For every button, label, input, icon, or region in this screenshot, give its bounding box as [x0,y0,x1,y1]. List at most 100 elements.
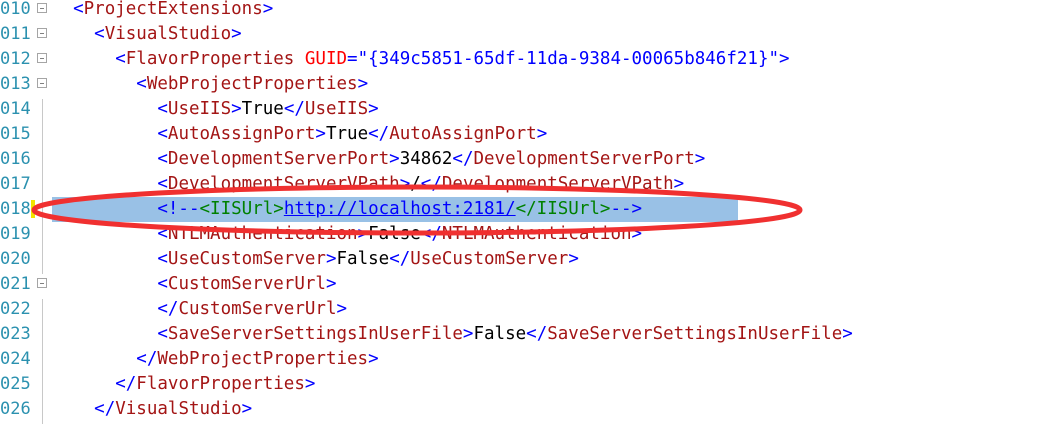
xml-delimiter: </ [420,224,442,244]
xml-code-editor[interactable]: 010 <ProjectExtensions> 011 <VisualStudio… [0,0,1057,425]
outline-guide [37,124,47,149]
xml-delimiter: </ [94,399,116,419]
code-line[interactable]: 018 <!--<IISUrl>http://localhost:2181/</… [0,197,1057,224]
code-line[interactable]: 016 <DevelopmentServerPort>34862</Develo… [0,147,1057,174]
code-line[interactable]: 024 </WebProjectProperties> [0,347,1057,374]
line-number: 024 [0,349,30,369]
code-line[interactable]: 019 <NTLMAuthentication>False</NTLMAuthe… [0,222,1057,249]
code-line[interactable]: 010 <ProjectExtensions> [0,0,1057,22]
collapse-toggle-icon[interactable] [37,274,47,296]
code-line[interactable]: 011 <VisualStudio> [0,22,1057,47]
xml-tag-name: DevelopmentServerPort [167,149,390,169]
xml-tag-name: SaveServerSettingsInUserFile [167,324,463,344]
hyperlink[interactable]: http://localhost:2181/ [284,199,516,219]
code-text: </VisualStudio> [52,397,252,422]
code-text: </CustomServerUrl> [52,297,347,322]
xml-tag-name: DevelopmentServerPort [473,149,695,169]
outline-guide [37,399,47,424]
xml-delimiter: <!-- [157,199,200,219]
xml-delimiter: </ [452,149,474,169]
code-text: <UseCustomServer>False</UseCustomServer> [52,247,579,272]
code-text: <!--<IISUrl>http://localhost:2181/</IISU… [52,197,642,222]
xml-delimiter: > [568,249,579,269]
collapse-toggle-icon[interactable] [37,49,47,71]
code-line[interactable]: 026 </VisualStudio> [0,397,1057,424]
line-number: 019 [0,224,30,244]
line-number: 025 [0,374,30,394]
xml-tag-name: UseIIS [304,99,369,119]
xml-delimiter: =" [347,49,369,69]
xml-delimiter: > [368,349,379,369]
code-line[interactable]: 023 <SaveServerSettingsInUserFile>False<… [0,322,1057,349]
line-change-marker [31,200,35,218]
code-line[interactable]: 012 <FlavorProperties GUID="{349c5851-65… [0,47,1057,72]
line-number: 014 [0,99,30,119]
xml-tag-name: VisualStudio [104,24,232,44]
xml-delimiter: < [115,49,126,69]
outline-guide [37,99,47,124]
code-line[interactable]: 014 <UseIIS>True</UseIIS> [0,97,1057,124]
xml-delimiter: </ [136,349,158,369]
xml-text-value [294,49,305,69]
xml-delimiter: > [231,24,242,44]
code-text: <FlavorProperties GUID="{349c5851-65df-1… [52,47,789,72]
code-line[interactable]: 025 </FlavorProperties> [0,372,1057,399]
xml-tag-name: WebProjectProperties [146,74,358,94]
xml-delimiter: > [368,99,379,119]
xml-tag-name: FlavorProperties [125,49,295,69]
xml-delimiter: > [399,174,411,194]
xml-delimiter: --> [610,199,643,219]
xml-tag-name: AutoAssignPort [167,124,316,144]
xml-delimiter: > [357,224,369,244]
xml-tag-name: DevelopmentServerVPath [167,174,400,194]
code-text: <DevelopmentServerPort>34862</Developmen… [52,147,705,172]
code-line[interactable]: 017 <DevelopmentServerVPath>/</Developme… [0,172,1057,199]
xml-delimiter: > [536,124,548,144]
code-line[interactable]: 015 <AutoAssignPort>True</AutoAssignPort… [0,122,1057,149]
code-line[interactable]: 022 </CustomServerUrl> [0,297,1057,324]
xml-tag-name: DevelopmentServerVPath [441,174,674,194]
collapse-toggle-icon[interactable] [37,74,47,96]
xml-tag-name: CustomServerUrl [167,274,326,294]
xml-text-value: / [410,174,421,194]
xml-tag-name: CustomServerUrl [178,299,337,319]
code-text: <CustomServerUrl> [52,272,336,297]
code-line[interactable]: 021 <CustomServerUrl> [0,272,1057,297]
xml-delimiter: < [157,274,168,294]
xml-delimiter: > [357,74,369,94]
xml-text-value: 34862 [399,149,453,169]
outline-guide [37,349,47,374]
outline-guide [37,224,47,249]
xml-tag-name: SaveServerSettingsInUserFile [547,324,843,344]
xml-delimiter: < [136,74,147,94]
xml-delimiter: > [304,374,316,394]
code-line[interactable]: 013 <WebProjectProperties> [0,72,1057,97]
collapse-toggle-icon[interactable] [37,24,47,46]
line-number: 016 [0,149,30,169]
xml-delimiter: < [157,99,168,119]
line-number: 010 [0,0,30,19]
code-text: <SaveServerSettingsInUserFile>False</Sav… [52,322,852,347]
xml-tag-name: FlavorProperties [136,374,305,394]
code-text: <UseIIS>True</UseIIS> [52,97,379,122]
xml-delimiter: > [241,399,253,419]
xml-text-value: False [368,224,421,244]
xml-tag-name: VisualStudio [115,399,242,419]
xml-tag-name: WebProjectProperties [157,349,369,369]
code-line[interactable]: 020 <UseCustomServer>False</UseCustomSer… [0,247,1057,274]
collapse-toggle-icon[interactable] [37,0,47,21]
xml-text-value: True [325,124,369,144]
xml-delimiter: > [262,0,274,19]
line-number: 017 [0,174,30,194]
